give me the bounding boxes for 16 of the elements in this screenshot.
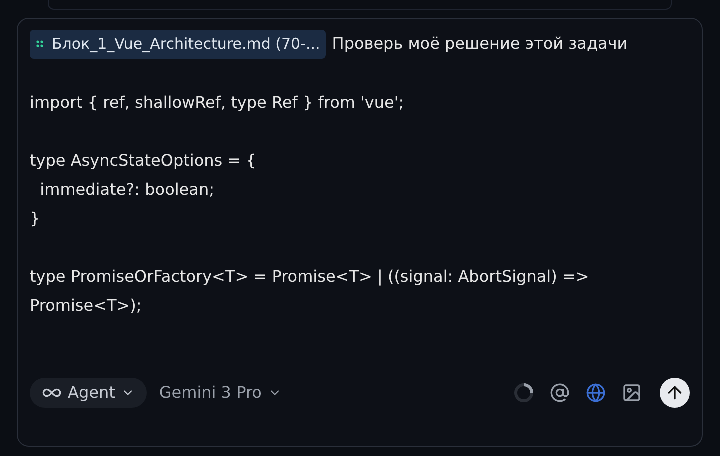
- drag-handle-icon: [36, 39, 44, 49]
- file-name: Блок_1_Vue_Architecture.md (70-...: [52, 34, 320, 54]
- mention-icon[interactable]: [550, 383, 570, 403]
- code-line: immediate?: boolean;: [39, 178, 216, 200]
- loading-spinner-icon: [514, 383, 534, 403]
- code-line: type PromiseOrFactory<T> = Promise<T> | ((signal: AbortSignal) => Promise<T>);: [30, 266, 590, 316]
- model-selector[interactable]: Gemini 3 Pro: [159, 381, 282, 405]
- image-icon[interactable]: [622, 383, 642, 403]
- message-text: Проверь моё решение этой задачи: [332, 34, 628, 53]
- file-attachment-chip[interactable]: Блок_1_Vue_Architecture.md (70-...: [30, 30, 326, 58]
- web-search-icon[interactable]: [586, 383, 606, 403]
- agent-mode-button[interactable]: Agent: [30, 378, 148, 408]
- code-line: import { ref, shallowRef, type Ref } from 'vue';: [30, 92, 406, 114]
- code-line: }: [30, 208, 42, 230]
- send-button[interactable]: [660, 378, 690, 408]
- code-line: type AsyncStateOptions = {: [30, 150, 258, 172]
